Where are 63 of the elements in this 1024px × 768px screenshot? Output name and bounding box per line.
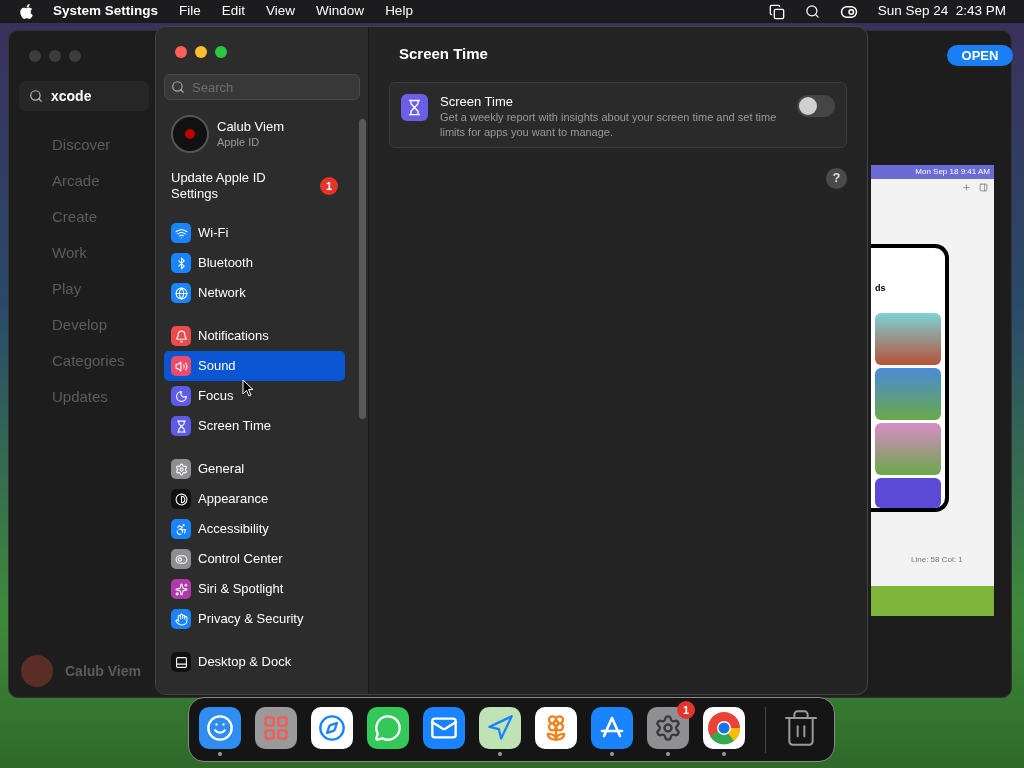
sidebar-item[interactable]: Privacy & Security xyxy=(164,604,345,634)
screen-mirroring-icon[interactable] xyxy=(768,3,785,20)
sidebar-item[interactable]: Appearance xyxy=(164,484,345,514)
plant-card-picture xyxy=(875,367,941,420)
plant-card-picture xyxy=(875,422,941,475)
help-button[interactable]: ? xyxy=(826,167,847,189)
flower-icon[interactable] xyxy=(535,707,577,749)
browser-icon[interactable] xyxy=(703,707,745,749)
sidebar-icon xyxy=(979,183,988,192)
toggle-switch[interactable] xyxy=(797,94,835,117)
sidebar-item[interactable]: Accessibility xyxy=(164,514,345,544)
notification-badge: 1 xyxy=(320,177,338,195)
menu-item[interactable]: View xyxy=(266,1,296,22)
scrollbar[interactable] xyxy=(359,119,366,419)
search-icon xyxy=(171,80,185,94)
plant-card-picture xyxy=(875,477,941,508)
sidebar-item[interactable]: General xyxy=(164,454,345,484)
screen-heading: ds xyxy=(875,282,887,295)
menu-item[interactable]: Help xyxy=(385,1,413,22)
zoom-button[interactable] xyxy=(215,46,227,58)
plus-icon xyxy=(962,183,971,192)
status-text: Mon Sep 18 9:41 AM xyxy=(915,166,990,178)
sidebar-item[interactable]: Wi-Fi xyxy=(164,218,345,248)
sidebar-item[interactable]: Desktop & Dock xyxy=(164,647,345,677)
sidebar-item[interactable]: Sound xyxy=(164,351,345,381)
close-button[interactable] xyxy=(175,46,187,58)
sidebar-item[interactable]: Screen Time xyxy=(164,411,345,441)
apple-logo-icon[interactable] xyxy=(18,3,35,20)
smiling-face-icon[interactable] xyxy=(199,707,241,749)
avatar[interactable] xyxy=(171,115,209,153)
menu-clock[interactable]: Sun Sep 24 2:43 PM xyxy=(877,1,1006,22)
compass-icon[interactable] xyxy=(311,707,353,749)
card-title: Screen Time xyxy=(440,93,514,110)
menu-item[interactable]: File xyxy=(179,1,201,22)
menu-item[interactable]: Edit xyxy=(221,1,246,22)
pointer-cursor-icon xyxy=(242,379,254,397)
card-description: Get a weekly report with insights about your screen time and set time limits for apps you want to manage. xyxy=(440,109,778,140)
sidebar-item[interactable]: Focus xyxy=(164,381,345,411)
search-icon xyxy=(29,89,43,103)
hourglass-icon xyxy=(401,93,428,121)
page-title: Screen Time xyxy=(399,44,489,64)
sidebar-item[interactable]: Siri & Spotlight xyxy=(164,574,345,604)
minimize-button[interactable] xyxy=(195,46,207,58)
account-subtitle: Apple ID xyxy=(217,135,261,149)
sidebar-item[interactable]: Control Center xyxy=(164,544,345,574)
plant-card-picture xyxy=(875,312,941,365)
update-apple-id-link[interactable]: Update Apple ID Settings xyxy=(171,170,291,202)
menu-app-name[interactable]: System Settings xyxy=(53,1,159,22)
speech-bubble-icon[interactable] xyxy=(367,707,409,749)
sidebar-item[interactable]: Network xyxy=(164,278,345,308)
open-button[interactable]: OPEN xyxy=(947,45,1013,66)
menu-item[interactable]: Window xyxy=(316,1,365,22)
gear-icon[interactable] xyxy=(647,707,689,749)
search-icon[interactable] xyxy=(804,4,820,19)
search-field[interactable]: xcode xyxy=(19,81,149,111)
sidebar-item[interactable]: Notifications xyxy=(164,321,345,351)
notification-badge: 1 xyxy=(677,701,695,719)
grid-icon[interactable] xyxy=(255,707,297,749)
status-line: Line: 58 Col: 1 xyxy=(911,554,964,566)
sidebar-item[interactable]: Bluetooth xyxy=(164,248,345,278)
envelope-icon[interactable] xyxy=(423,707,465,749)
app-store-icon[interactable] xyxy=(591,707,633,749)
account-name[interactable]: Calub Viem xyxy=(217,119,284,135)
